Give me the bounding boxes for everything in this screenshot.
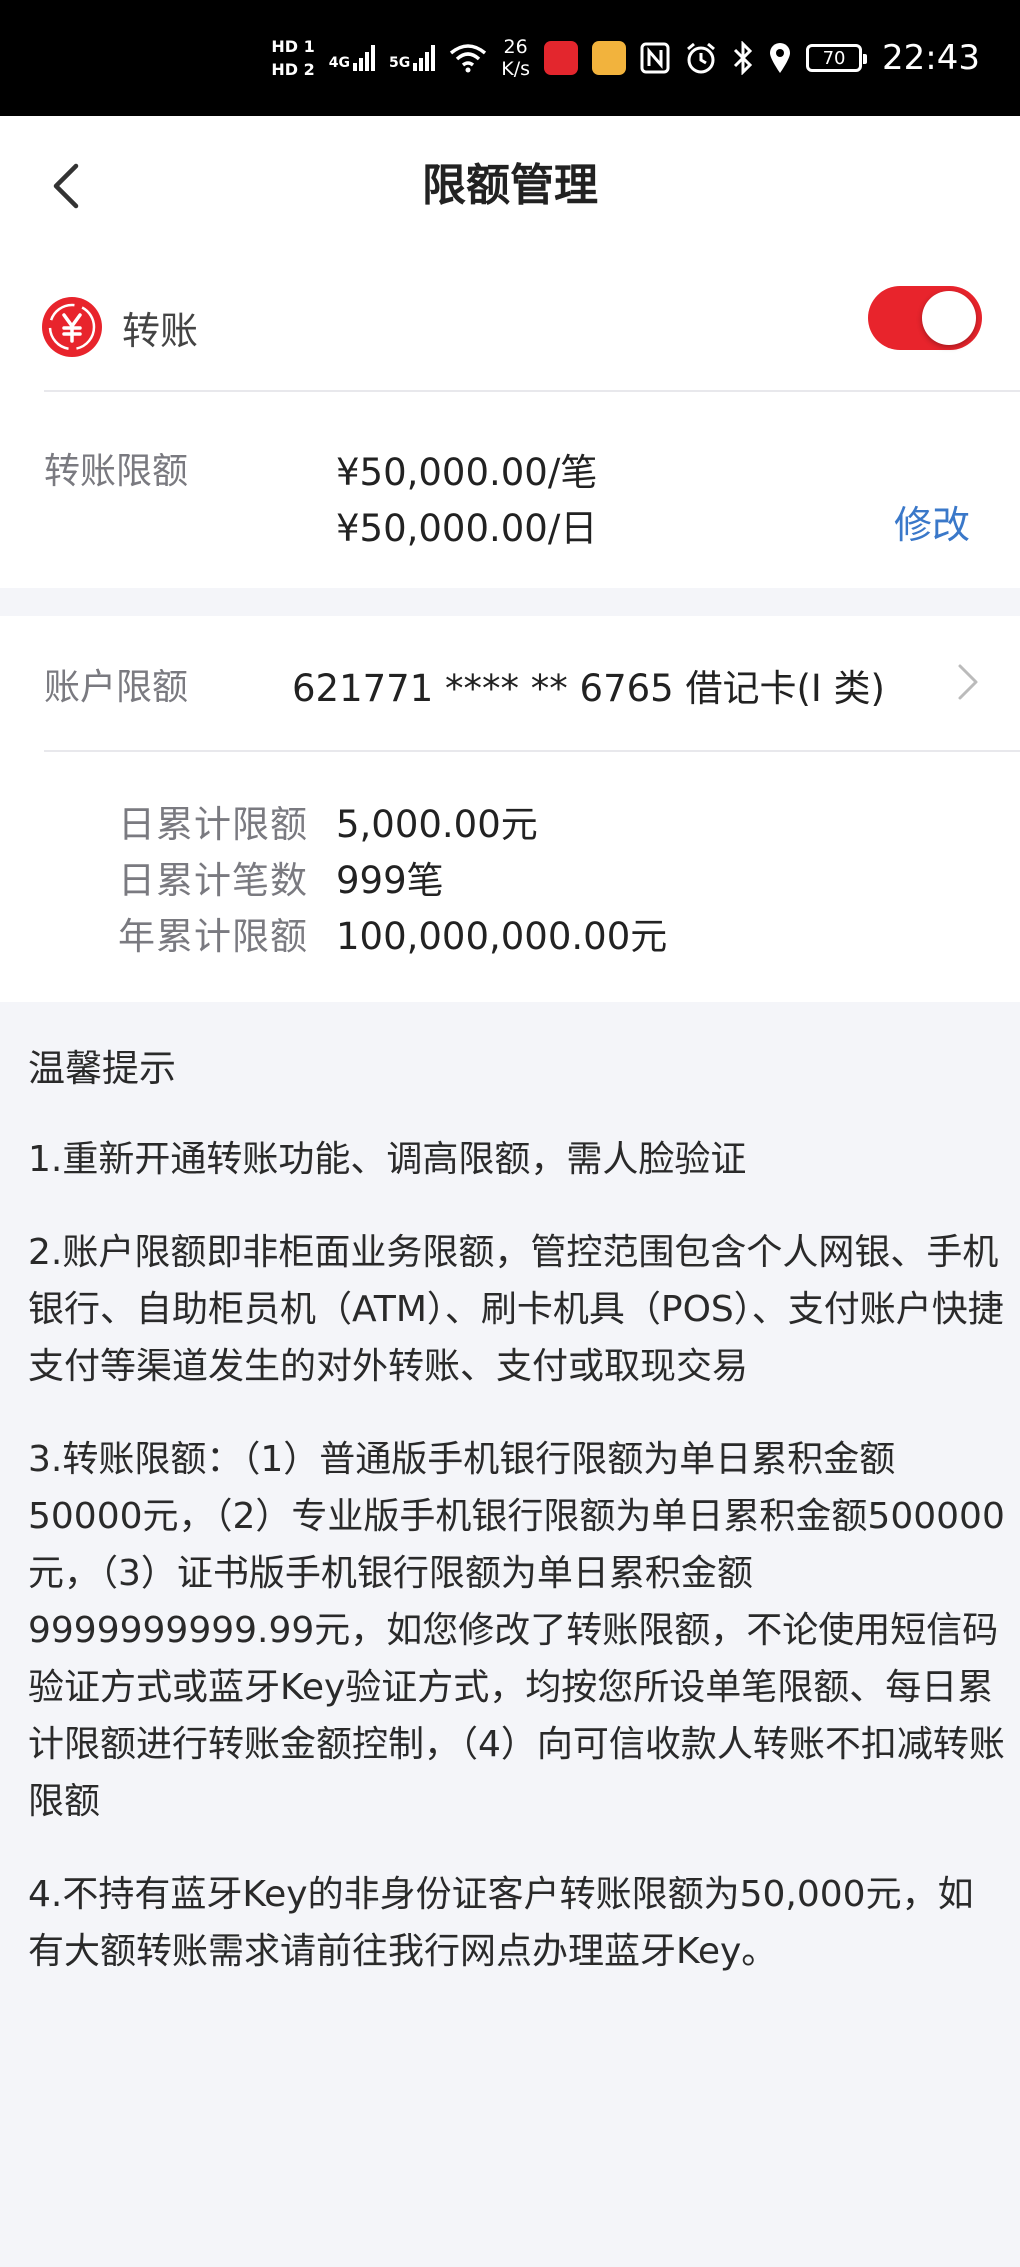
- account-selector[interactable]: 账户限额 621771 **** ** 6765 借记卡(I 类): [0, 616, 1020, 750]
- daily-limit-label: 日累计限额: [118, 803, 308, 846]
- tips-title: 温馨提示: [28, 1047, 176, 1090]
- battery-level: 70: [822, 47, 846, 69]
- hd-indicator: HD 1 HD 2: [271, 37, 314, 79]
- location-icon: [770, 43, 791, 73]
- hd1-label: HD 1: [271, 37, 315, 56]
- speed-unit: K/s: [501, 58, 531, 80]
- signal-bars-icon: [413, 45, 436, 71]
- card-number: 621771 **** ** 6765 借记卡(I 类): [292, 667, 885, 710]
- daily-count-value: 999笔: [336, 859, 444, 902]
- signal-4g: 4G: [328, 45, 376, 71]
- bluetooth-icon: [733, 41, 753, 75]
- per-transaction-limit: ¥50,000.00/笔: [336, 451, 598, 494]
- battery-icon: 70: [806, 44, 868, 72]
- tip-item: 3.转账限额：（1）普通版手机银行限额为单日累积金额50000元，（2）专业版手…: [28, 1439, 1005, 1822]
- nfc-icon: [640, 42, 670, 74]
- wifi-icon: [450, 44, 487, 73]
- yearly-limit-label: 年累计限额: [118, 915, 308, 958]
- transfer-header: 转账: [40, 292, 198, 362]
- transfer-section: 转账 转账限额 ¥50,000.00/笔 ¥50,000.00/日 修改: [0, 256, 1020, 588]
- status-bar: HD 1 HD 2 4G 5G 26 K/s 70 22:43: [0, 0, 1020, 116]
- signal-5g: 5G: [389, 45, 436, 71]
- hd2-label: HD 2: [271, 60, 315, 79]
- account-limit-section: 账户限额 621771 **** ** 6765 借记卡(I 类) 日累计限额 …: [0, 616, 1020, 1002]
- modify-button[interactable]: 修改: [894, 494, 970, 549]
- network-speed: 26 K/s: [501, 36, 530, 80]
- yen-transfer-icon: [42, 297, 102, 357]
- tip-item: 2.账户限额即非柜面业务限额，管控范围包含个人网银、手机银行、自助柜员机（ATM…: [28, 1232, 1004, 1387]
- speed-value: 26: [503, 36, 528, 58]
- nav-bar: 限额管理: [0, 116, 1020, 256]
- daily-count-label: 日累计笔数: [118, 859, 308, 902]
- signal-bars-icon: [353, 45, 376, 71]
- transfer-label: 转账: [122, 308, 199, 353]
- chevron-right-icon: [958, 664, 978, 700]
- account-limit-label: 账户限额: [44, 667, 189, 708]
- tips-section: 温馨提示 1.重新开通转账功能、调高限额，需人脸验证 2.账户限额即非柜面业务限…: [28, 1040, 1008, 2016]
- net1-label: 4G: [328, 55, 351, 71]
- status-icons: HD 1 HD 2 4G 5G 26 K/s 70 22:43: [271, 0, 980, 116]
- toggle-knob: [922, 291, 976, 345]
- tip-item: 4.不持有蓝牙Key的非身份证客户转账限额为50,000元，如有大额转账需求请前…: [28, 1874, 974, 1972]
- net2-label: 5G: [389, 55, 411, 71]
- divider: [44, 390, 1020, 392]
- per-day-limit: ¥50,000.00/日: [336, 507, 598, 550]
- divider: [44, 750, 1020, 752]
- yearly-limit-value: 100,000,000.00元: [336, 915, 668, 958]
- tip-item: 1.重新开通转账功能、调高限额，需人脸验证: [28, 1139, 747, 1180]
- app-notification-icon: [544, 41, 579, 75]
- back-icon[interactable]: [40, 158, 96, 214]
- daily-limit-value: 5,000.00元: [336, 803, 538, 846]
- transfer-limit-label: 转账限额: [44, 451, 189, 492]
- app-notification-icon: [592, 41, 627, 75]
- alarm-icon: [687, 42, 715, 74]
- clock: 22:43: [882, 38, 980, 78]
- page-title: 限额管理: [422, 160, 598, 211]
- transfer-toggle[interactable]: [868, 286, 982, 350]
